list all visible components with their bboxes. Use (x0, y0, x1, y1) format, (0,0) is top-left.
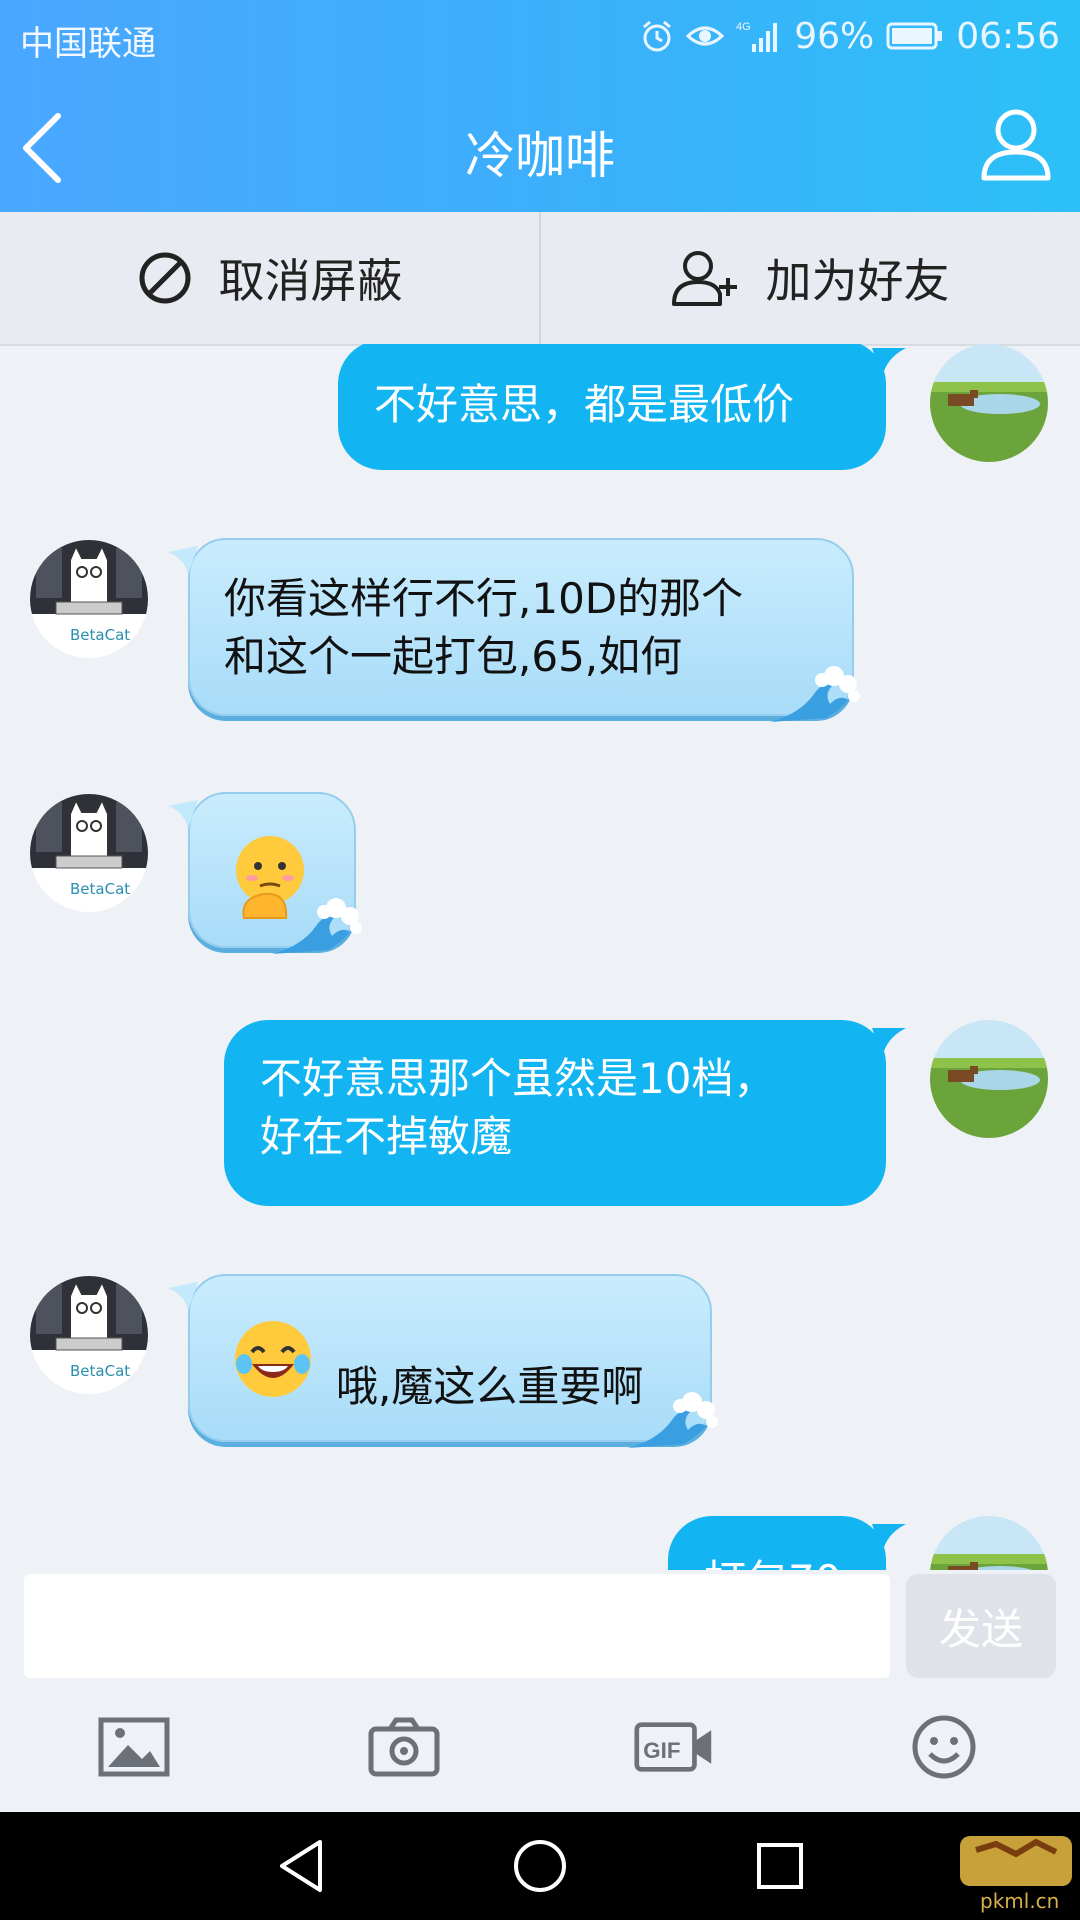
app-header: 中国联通 4G 96% 06:56 冷咖啡 (0, 0, 1080, 212)
user-icon (981, 109, 1051, 181)
add-friend-label: 加为好友 (765, 254, 950, 308)
camera-button[interactable] (364, 1712, 444, 1782)
outgoing-message[interactable]: 打包70 (668, 1516, 906, 1570)
message-line: 和这个一起打包,65,如何 (224, 632, 683, 681)
send-button[interactable]: 发送 (906, 1574, 1056, 1678)
wave-decoration (272, 898, 362, 954)
battery-icon (886, 21, 944, 51)
message-line: 好在不掉敏魔 (260, 1112, 513, 1161)
watermark-text: pkml.cn (980, 1889, 1059, 1913)
stranger-action-bar: 取消屏蔽 加为好友 (0, 212, 1080, 346)
svg-text:BetaCat: BetaCat (70, 880, 130, 898)
my-avatar[interactable] (930, 1020, 1048, 1138)
contact-avatar[interactable]: BetaCat (30, 794, 148, 912)
system-navigation-bar: pkml.cn (0, 1812, 1080, 1920)
profile-button[interactable] (978, 104, 1054, 184)
incoming-message[interactable]: 哦,魔这么重要啊 (168, 1274, 718, 1448)
compose-bar: 发送 (0, 1570, 1080, 1682)
circle-home-icon (514, 1840, 566, 1892)
incoming-message[interactable]: 你看这样行不行,10D的那个 和这个一起打包,65,如何 (168, 538, 860, 722)
message-list[interactable]: 不好意思，都是最低价 BetaCat 你看这样行不行,10D的那个 和这个一起打… (0, 344, 1080, 1570)
message-text: 哦,魔这么重要啊 (336, 1362, 644, 1411)
message-text: 打包70 (704, 1556, 841, 1570)
outgoing-message[interactable]: 不好意思，都是最低价 (338, 344, 906, 470)
add-user-icon (671, 251, 737, 306)
battery-percent: 96% (794, 15, 875, 57)
wave-decoration (770, 666, 860, 722)
system-home-button[interactable] (510, 1836, 570, 1900)
status-bar: 中国联通 4G 96% 06:56 (0, 0, 1080, 74)
message-line: 你看这样行不行,10D的那个 (224, 574, 744, 623)
camera-icon (368, 1717, 440, 1777)
block-icon (139, 252, 190, 304)
site-watermark-logo: pkml.cn (956, 1830, 1076, 1916)
my-avatar[interactable] (930, 344, 1048, 462)
contact-avatar[interactable]: BetaCat (30, 540, 148, 658)
system-recents-button[interactable] (750, 1836, 810, 1900)
clock: 06:56 (956, 15, 1060, 57)
square-recents-icon (757, 1843, 803, 1889)
image-icon (98, 1717, 170, 1777)
carrier-label: 中国联通 (20, 24, 156, 64)
chat-title: 冷咖啡 (465, 127, 615, 185)
nav-bar: 冷咖啡 (0, 74, 1080, 212)
incoming-message[interactable] (168, 792, 362, 954)
signal-icon: 4G (736, 18, 782, 54)
my-avatar[interactable] (930, 1516, 1048, 1570)
add-friend-button[interactable]: 加为好友 (541, 212, 1080, 344)
status-indicators: 4G 96% 06:56 (640, 14, 1060, 58)
contact-avatar[interactable]: BetaCat (30, 1276, 148, 1394)
network-type-label: 4G (736, 21, 751, 33)
outgoing-message[interactable]: 不好意思那个虽然是10档， 好在不掉敏魔 (224, 1020, 906, 1206)
triangle-back-icon (280, 1840, 322, 1892)
message-line: 不好意思那个虽然是10档， (260, 1054, 776, 1103)
unblock-button[interactable]: 取消屏蔽 (0, 212, 539, 344)
gif-icon: GIF (634, 1722, 712, 1772)
unblock-label: 取消屏蔽 (218, 254, 403, 308)
system-back-button[interactable] (272, 1836, 332, 1900)
alarm-icon (640, 19, 674, 53)
emoji-button[interactable] (904, 1712, 984, 1782)
image-button[interactable] (94, 1712, 174, 1782)
svg-text:BetaCat: BetaCat (70, 626, 130, 644)
wave-decoration (628, 1392, 718, 1448)
svg-text:GIF: GIF (643, 1738, 680, 1763)
message-input[interactable] (24, 1574, 890, 1678)
emoji-icon (912, 1715, 976, 1779)
eye-icon (686, 22, 725, 50)
tears-of-joy-emoji (235, 1321, 311, 1397)
message-text: 不好意思，都是最低价 (374, 380, 795, 429)
svg-text:BetaCat: BetaCat (70, 1362, 130, 1380)
gif-button[interactable]: GIF (634, 1712, 714, 1782)
input-toolbar: GIF (0, 1682, 1080, 1812)
